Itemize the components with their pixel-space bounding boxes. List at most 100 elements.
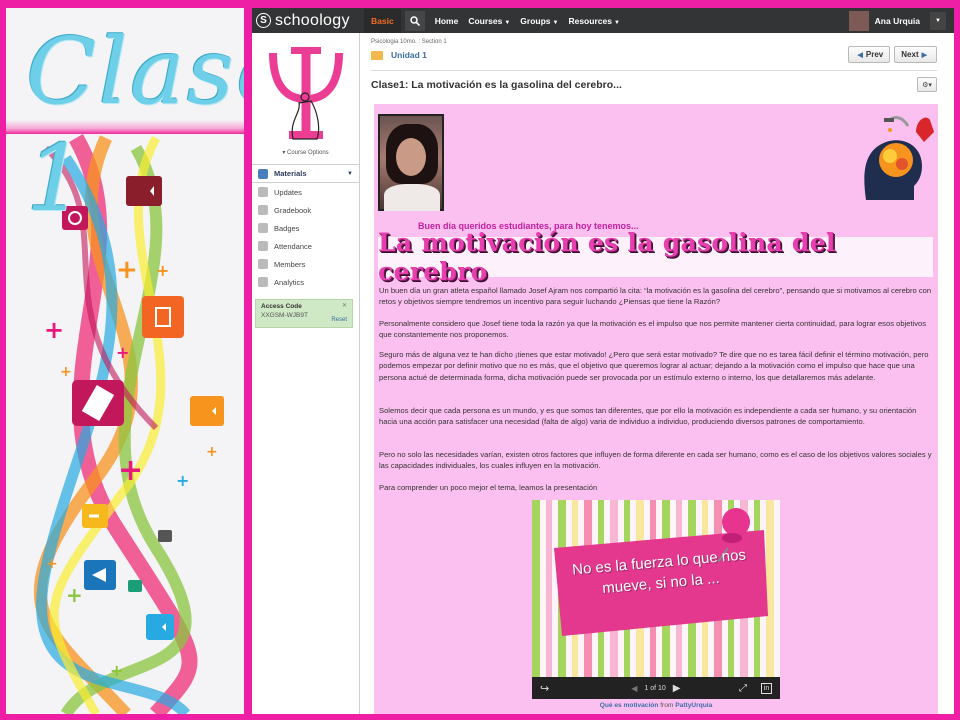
sidebar-item-attendance[interactable]: Attendance <box>252 237 359 255</box>
unit-label: Unidad 1 <box>391 50 427 60</box>
next-button[interactable]: Next ▶ <box>894 46 937 63</box>
sidebar-item-updates[interactable]: Updates <box>252 183 359 201</box>
caret-down-icon: ▾ <box>282 150 286 156</box>
linkedin-icon[interactable]: in <box>761 682 772 694</box>
next-label: Next <box>901 50 919 59</box>
nav-home[interactable]: Home <box>435 16 459 26</box>
previous-slide-button[interactable]: ◀ <box>631 684 637 693</box>
header-divider <box>371 70 937 71</box>
chevron-down-icon[interactable]: ▼ <box>347 171 353 177</box>
user-avatar[interactable] <box>848 10 869 31</box>
nav-courses-label: Courses <box>468 15 503 26</box>
course-options-label: Course Options <box>287 150 329 156</box>
logo-icon: S <box>256 13 271 28</box>
banner-title: La motivación es la gasolina del cerebro <box>378 228 836 286</box>
gradebook-icon <box>258 205 268 215</box>
teacher-photo <box>378 114 444 211</box>
share-icon[interactable]: ↪ <box>540 682 549 695</box>
paragraph-3: Seguro más de alguna vez te han dicho ¡t… <box>379 350 929 382</box>
slideshow-controls: ↪ ◀ 1 of 10 ▶ ⤢ in <box>532 677 780 699</box>
course-profile-image <box>252 33 360 153</box>
breadcrumb[interactable]: Psicologia 10mo. : Section 1 <box>371 39 447 45</box>
megaphone-icon <box>84 560 116 590</box>
sidebar-item-label: Members <box>274 259 306 269</box>
search-button[interactable] <box>404 10 425 31</box>
svg-text:+: + <box>116 255 138 285</box>
phone-icon <box>72 380 124 426</box>
schoology-window: S schoology Basic Home Courses ▼ Groups ▼ … <box>252 8 954 714</box>
course-sidebar: ▾ Course Options Materials ▼ Updates Gra… <box>252 33 360 714</box>
prev-button[interactable]: ◀ Prev <box>847 46 891 63</box>
svg-text:+: + <box>118 453 143 488</box>
caret-down-icon: ▼ <box>613 19 620 26</box>
sidebar-item-analytics[interactable]: Analytics <box>252 273 359 291</box>
slide-counter: 1 of 10 <box>644 684 666 692</box>
top-navigation-bar: S schoology Basic Home Courses ▼ Groups ▼ … <box>252 8 954 33</box>
nav-groups-label: Groups <box>520 15 551 26</box>
sidebar-item-label: Materials <box>274 169 307 178</box>
title-divider <box>6 120 244 134</box>
sidebar-item-badges[interactable]: Badges <box>252 219 359 237</box>
chat-icon <box>82 504 108 528</box>
fullscreen-icon[interactable]: ⤢ <box>739 683 747 694</box>
decorative-panel: + + + + + + + + + + + Clase 1 <box>6 8 244 714</box>
svg-text:+: + <box>110 661 123 680</box>
sidebar-item-label: Gradebook <box>274 205 312 215</box>
photo-face <box>396 138 426 176</box>
sidebar-item-label: Updates <box>274 187 302 197</box>
sidebar-item-materials[interactable]: Materials ▼ <box>252 164 359 183</box>
author-link[interactable]: PattyUrquia <box>675 702 712 709</box>
gear-icon: ⚙▾ <box>922 81 932 89</box>
paragraph-5: Pero no solo las necesidades varían, exi… <box>379 450 932 471</box>
basic-view-button[interactable]: Basic <box>364 8 401 33</box>
page-options-button[interactable]: ⚙▾ <box>917 77 937 92</box>
members-icon <box>258 259 268 269</box>
badges-icon <box>258 223 268 233</box>
logo-text: schoology <box>275 11 350 29</box>
paragraph-1: Un buen día un gran atleta español llama… <box>379 286 932 307</box>
unit-link[interactable]: Unidad 1 <box>371 50 427 60</box>
lesson-banner: La motivación es la gasolina del cerebro <box>378 228 933 286</box>
nav-groups[interactable]: Groups ▼ <box>520 16 558 26</box>
slide-attribution: Qué es motivación from PattyUrquia <box>374 702 938 709</box>
svg-text:+: + <box>116 343 129 362</box>
schoology-logo[interactable]: S schoology <box>256 12 356 30</box>
svg-text:+: + <box>46 556 58 572</box>
camera-icon <box>146 614 174 640</box>
book-icon <box>142 296 184 338</box>
close-icon[interactable]: ✕ <box>342 302 347 309</box>
pagination-controls: ◀ Prev Next ▶ <box>844 46 937 63</box>
caret-down-icon: ▼ <box>935 17 941 24</box>
svg-text:+: + <box>206 444 218 460</box>
attribution-from: from <box>660 702 674 709</box>
psi-logo-icon <box>269 47 343 140</box>
svg-text:+: + <box>60 364 72 380</box>
caret-down-icon: ▼ <box>552 19 559 26</box>
arrow-right-icon: ▶ <box>921 51 927 59</box>
video-icon <box>190 396 224 426</box>
paragraph-4: Solemos decir que cada persona es un mun… <box>379 406 917 427</box>
sidebar-item-label: Attendance <box>274 241 312 251</box>
nav-resources[interactable]: Resources ▼ <box>568 16 619 26</box>
sidebar-item-members[interactable]: Members <box>252 255 359 273</box>
svg-text:+: + <box>44 316 64 344</box>
svg-text:+: + <box>66 583 83 607</box>
reset-code-link[interactable]: Reset <box>331 317 347 323</box>
presentation-slide[interactable]: No es la fuerza lo que nos mueve, si no … <box>532 500 780 696</box>
paragraph-6: Para comprender un poco mejor el tema, l… <box>379 483 598 492</box>
course-options-link[interactable]: ▾ Course Options <box>252 149 359 156</box>
main-content-area: Psicologia 10mo. : Section 1 Unidad 1 ◀ P… <box>361 33 954 714</box>
svg-text:+: + <box>176 471 189 490</box>
updates-icon <box>258 187 268 197</box>
nav-resources-label: Resources <box>568 15 612 26</box>
nav-courses[interactable]: Courses ▼ <box>468 16 510 26</box>
search-icon <box>409 15 420 26</box>
user-menu-button[interactable]: ▼ <box>930 11 946 30</box>
next-slide-button[interactable]: ▶ <box>673 683 681 694</box>
access-code-box: Access Code XXGSM-WJB9T ✕ Reset <box>255 299 353 328</box>
page-body: Buen día queridos estudiantes, para hoy … <box>374 104 938 714</box>
user-name[interactable]: Ana Urquia <box>875 16 920 26</box>
sidebar-item-gradebook[interactable]: Gradebook <box>252 201 359 219</box>
presentation-link[interactable]: Qué es motivación <box>600 702 659 709</box>
sidebar-item-label: Badges <box>274 223 300 233</box>
